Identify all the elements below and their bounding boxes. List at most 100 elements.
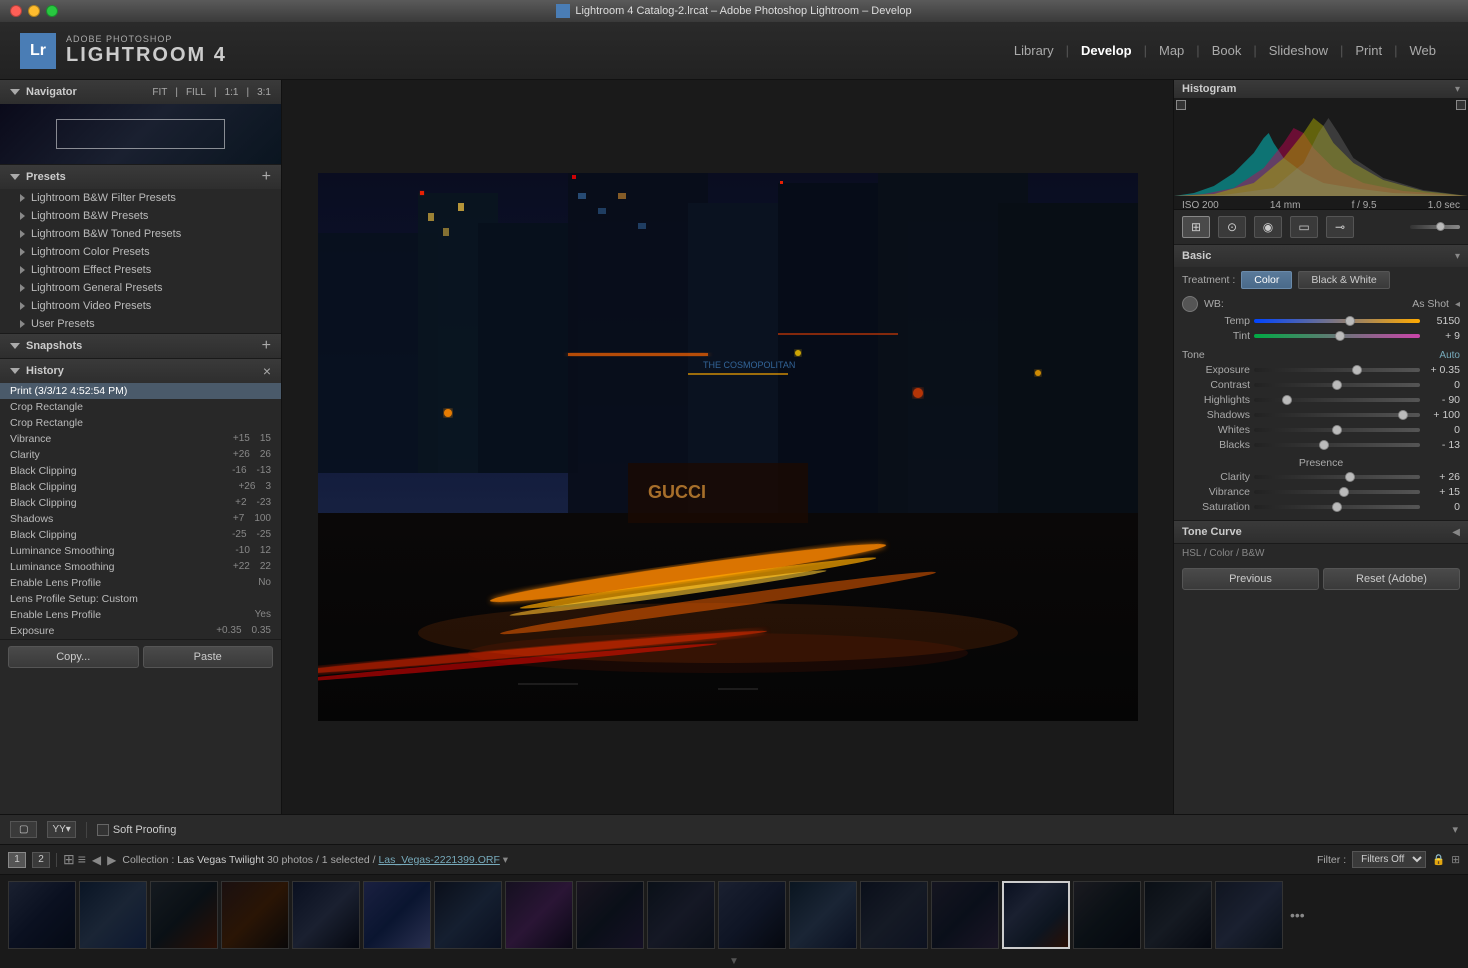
- filmstrip-thumb-selected[interactable]: [1002, 881, 1070, 949]
- tone-curve-header[interactable]: Tone Curve ◀: [1174, 521, 1468, 543]
- close-button[interactable]: [10, 5, 22, 17]
- nav-fit[interactable]: FIT: [152, 87, 167, 98]
- vibrance-slider[interactable]: [1254, 490, 1420, 494]
- saturation-slider[interactable]: [1254, 505, 1420, 509]
- snapshots-add-button[interactable]: +: [262, 338, 271, 354]
- filmstrip-thumb[interactable]: [8, 881, 76, 949]
- filmstrip-thumb[interactable]: [1144, 881, 1212, 949]
- soft-proofing-toggle[interactable]: Soft Proofing: [97, 824, 177, 836]
- contrast-slider[interactable]: [1254, 383, 1420, 387]
- page-2-button[interactable]: 2: [32, 852, 50, 868]
- preset-video[interactable]: Lightroom Video Presets: [0, 297, 281, 315]
- preset-color[interactable]: Lightroom Color Presets: [0, 243, 281, 261]
- filmstrip-thumb[interactable]: [1215, 881, 1283, 949]
- history-item[interactable]: Luminance Smoothing +2222: [0, 559, 281, 575]
- toolbar-dropdown-arrow[interactable]: ▾: [1452, 823, 1458, 836]
- highlight-clipping-indicator[interactable]: [1456, 100, 1466, 110]
- window-controls[interactable]: [10, 5, 58, 17]
- preset-bw-toned[interactable]: Lightroom B&W Toned Presets: [0, 225, 281, 243]
- blacks-slider[interactable]: [1254, 443, 1420, 447]
- filmstrip-thumb[interactable]: [647, 881, 715, 949]
- filmstrip-thumb[interactable]: [931, 881, 999, 949]
- temp-slider[interactable]: [1254, 319, 1420, 323]
- grid-view-icon[interactable]: ⊞: [63, 851, 75, 868]
- highlights-slider[interactable]: [1254, 398, 1420, 402]
- nav-print[interactable]: Print: [1343, 43, 1394, 58]
- nav-3to1[interactable]: 3:1: [257, 87, 271, 98]
- history-item[interactable]: Black Clipping -25-25: [0, 527, 281, 543]
- filename-link[interactable]: Las_Vegas-2221399.ORF: [378, 854, 499, 866]
- page-1-button[interactable]: 1: [8, 852, 26, 868]
- filename-dropdown[interactable]: ▾: [503, 854, 508, 866]
- history-item[interactable]: Luminance Smoothing -1012: [0, 543, 281, 559]
- history-item[interactable]: Shadows +7100: [0, 511, 281, 527]
- copy-button[interactable]: Copy...: [8, 646, 139, 668]
- nav-develop[interactable]: Develop: [1069, 43, 1144, 58]
- list-view-icon[interactable]: ≡: [78, 851, 86, 868]
- filmstrip-thumb[interactable]: [79, 881, 147, 949]
- presets-add-button[interactable]: +: [262, 169, 271, 185]
- filmstrip-thumb[interactable]: [434, 881, 502, 949]
- shadows-slider[interactable]: [1254, 413, 1420, 417]
- filmstrip-thumb[interactable]: [221, 881, 289, 949]
- wb-dropdown-arrow[interactable]: ◂: [1455, 299, 1460, 310]
- preset-bw[interactable]: Lightroom B&W Presets: [0, 207, 281, 225]
- preset-general[interactable]: Lightroom General Presets: [0, 279, 281, 297]
- filmstrip-thumb[interactable]: [860, 881, 928, 949]
- previous-button[interactable]: Previous: [1182, 568, 1319, 590]
- nav-library[interactable]: Library: [1002, 43, 1066, 58]
- tint-slider[interactable]: [1254, 334, 1420, 338]
- navigator-header[interactable]: Navigator FIT | FILL | 1:1 | 3:1: [0, 80, 281, 104]
- history-item[interactable]: Crop Rectangle: [0, 415, 281, 431]
- color-treatment-button[interactable]: Color: [1241, 271, 1292, 289]
- yyy-dropdown[interactable]: YY▾: [47, 821, 75, 838]
- nav-map[interactable]: Map: [1147, 43, 1196, 58]
- history-item[interactable]: Crop Rectangle: [0, 399, 281, 415]
- filter-lock-icon[interactable]: 🔒: [1432, 853, 1445, 866]
- nav-book[interactable]: Book: [1200, 43, 1254, 58]
- filter-dropdown[interactable]: Filters Off: [1352, 851, 1426, 868]
- filmstrip-thumb[interactable]: [718, 881, 786, 949]
- filmstrip-thumb[interactable]: [150, 881, 218, 949]
- adjustment-slider[interactable]: [1410, 225, 1460, 229]
- filmstrip-thumb[interactable]: [363, 881, 431, 949]
- history-item[interactable]: Clarity +2626: [0, 447, 281, 463]
- whites-slider[interactable]: [1254, 428, 1420, 432]
- filmstrip-thumb[interactable]: [576, 881, 644, 949]
- bottom-resize-handle[interactable]: ▼: [0, 954, 1468, 968]
- view-mode-button[interactable]: ▢: [10, 821, 37, 838]
- basic-header[interactable]: Basic ▾: [1174, 245, 1468, 267]
- presets-header[interactable]: Presets +: [0, 165, 281, 189]
- history-item[interactable]: Exposure +0.350.35: [0, 623, 281, 639]
- redeye-tool[interactable]: ◉: [1254, 216, 1282, 238]
- history-close-button[interactable]: ×: [263, 363, 271, 379]
- filter-expand-icon[interactable]: ⊞: [1451, 854, 1460, 866]
- history-item[interactable]: Enable Lens Profile No: [0, 575, 281, 591]
- filmstrip-thumb[interactable]: [789, 881, 857, 949]
- crop-tool[interactable]: ⊞: [1182, 216, 1210, 238]
- history-item[interactable]: Black Clipping +263: [0, 479, 281, 495]
- snapshots-header[interactable]: Snapshots +: [0, 334, 281, 358]
- maximize-button[interactable]: [46, 5, 58, 17]
- more-thumbs-icon[interactable]: •••: [1290, 907, 1305, 923]
- history-item[interactable]: Lens Profile Setup: Custom: [0, 591, 281, 607]
- paste-button[interactable]: Paste: [143, 646, 274, 668]
- clarity-slider[interactable]: [1254, 475, 1420, 479]
- spot-removal-tool[interactable]: ⊙: [1218, 216, 1246, 238]
- graduated-filter-tool[interactable]: ▭: [1290, 216, 1318, 238]
- history-header[interactable]: History ×: [0, 359, 281, 383]
- prev-arrow[interactable]: ◀: [92, 853, 101, 867]
- preset-bw-filter[interactable]: Lightroom B&W Filter Presets: [0, 189, 281, 207]
- preset-effect[interactable]: Lightroom Effect Presets: [0, 261, 281, 279]
- bw-treatment-button[interactable]: Black & White: [1298, 271, 1389, 289]
- history-item[interactable]: Vibrance +1515: [0, 431, 281, 447]
- nav-1to1[interactable]: 1:1: [225, 87, 239, 98]
- history-item[interactable]: Black Clipping +2-23: [0, 495, 281, 511]
- reset-button[interactable]: Reset (Adobe): [1323, 568, 1460, 590]
- exposure-slider[interactable]: [1254, 368, 1420, 372]
- next-arrow[interactable]: ▶: [107, 853, 116, 867]
- filmstrip-thumb[interactable]: [505, 881, 573, 949]
- nav-slideshow[interactable]: Slideshow: [1257, 43, 1340, 58]
- filmstrip-thumb[interactable]: [292, 881, 360, 949]
- history-item[interactable]: Print (3/3/12 4:52:54 PM): [0, 383, 281, 399]
